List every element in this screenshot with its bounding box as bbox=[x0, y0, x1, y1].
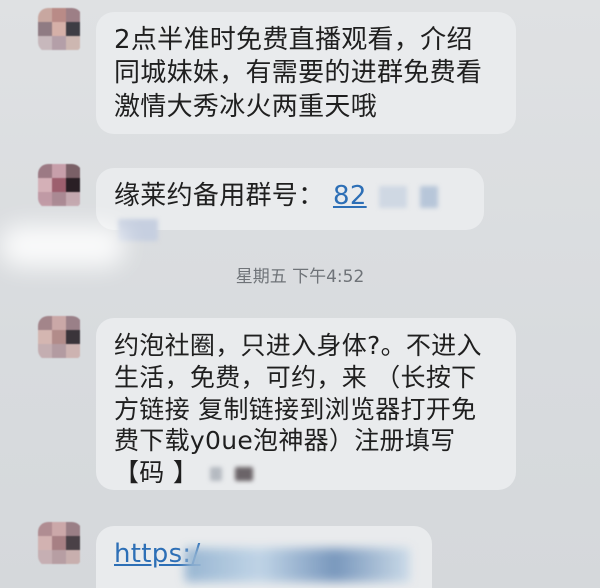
message-text: 2点半准时免费直播观看，介绍同城妹妹，有需要的进群免费看激情大秀冰火两重天哦 bbox=[114, 25, 483, 122]
avatar[interactable] bbox=[38, 316, 82, 360]
screen-glare bbox=[0, 225, 125, 267]
message-bubble[interactable]: 2点半准时免费直播观看，介绍同城妹妹，有需要的进群免费看激情大秀冰火两重天哦 bbox=[96, 12, 516, 134]
group-number-link[interactable]: 82 bbox=[333, 181, 367, 211]
redacted-number bbox=[118, 218, 158, 241]
avatar[interactable] bbox=[38, 8, 82, 52]
chat-screen: 2点半准时免费直播观看，介绍同城妹妹，有需要的进群免费看激情大秀冰火两重天哦 缘… bbox=[0, 0, 600, 588]
redacted-code bbox=[210, 467, 223, 481]
group-number-label: 缘莱约备用群号： bbox=[114, 181, 325, 211]
redacted-number bbox=[419, 185, 438, 208]
redacted-code bbox=[234, 467, 253, 481]
message-text: 约泡社圈，只进入身体?。不进入生活，免费，可约，来 （长按下方链接 复制链接到浏… bbox=[114, 331, 482, 456]
redacted-number bbox=[379, 185, 408, 208]
code-label: 【码 】 bbox=[114, 458, 199, 487]
message-bubble[interactable]: 缘莱约备用群号： 82 bbox=[96, 168, 484, 241]
avatar[interactable] bbox=[38, 164, 82, 208]
redacted-link bbox=[185, 548, 410, 582]
timestamp: 星期五 下午4:52 bbox=[235, 267, 365, 287]
message-bubble[interactable]: 约泡社圈，只进入身体?。不进入生活，免费，可约，来 （长按下方链接 复制链接到浏… bbox=[96, 318, 516, 490]
avatar[interactable] bbox=[38, 522, 82, 566]
